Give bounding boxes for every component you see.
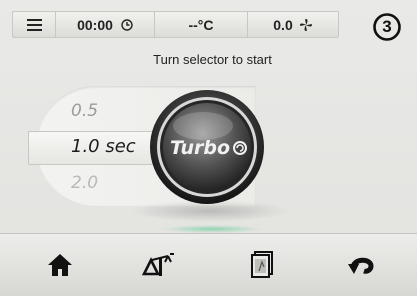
back-button[interactable] <box>310 234 414 296</box>
scale-button[interactable] <box>108 234 212 296</box>
status-bar: 00:00 --°C 0.0 <box>12 11 339 38</box>
step-badge: 3 <box>372 12 402 42</box>
menu-button[interactable] <box>13 12 56 37</box>
home-icon <box>48 254 72 276</box>
bottom-toolbar <box>0 233 417 296</box>
timer-value: 00:00 <box>77 16 113 33</box>
temperature-value: --°C <box>188 16 214 33</box>
clock-icon <box>121 18 133 31</box>
instruction-text: Turn selector to start <box>153 52 272 67</box>
duration-option[interactable]: 0.5 <box>71 101 98 121</box>
temperature-display[interactable]: --°C <box>155 12 248 37</box>
turbo-screen: 00:00 --°C 0.0 3 Turn selector to start <box>0 0 417 296</box>
duration-option[interactable]: 2.0 <box>71 173 98 193</box>
recipe-book-icon <box>251 251 273 278</box>
home-button[interactable] <box>8 234 112 296</box>
timer-display[interactable]: 00:00 <box>56 12 155 37</box>
back-icon <box>348 257 374 274</box>
turbo-knob[interactable]: Turbo <box>148 88 266 206</box>
recipes-button[interactable] <box>210 234 314 296</box>
turbo-label: Turbo <box>170 137 230 159</box>
turbo-knob-graphic: Turbo <box>150 90 264 204</box>
step-number: 3 <box>382 17 392 36</box>
speed-display[interactable]: 0.0 <box>248 12 338 37</box>
active-glow <box>162 225 262 233</box>
scale-icon <box>141 253 174 276</box>
fan-icon <box>299 18 312 31</box>
menu-icon <box>26 18 42 31</box>
speed-value: 0.0 <box>273 16 293 33</box>
duration-option-selected[interactable]: 1.0 sec <box>71 136 136 157</box>
